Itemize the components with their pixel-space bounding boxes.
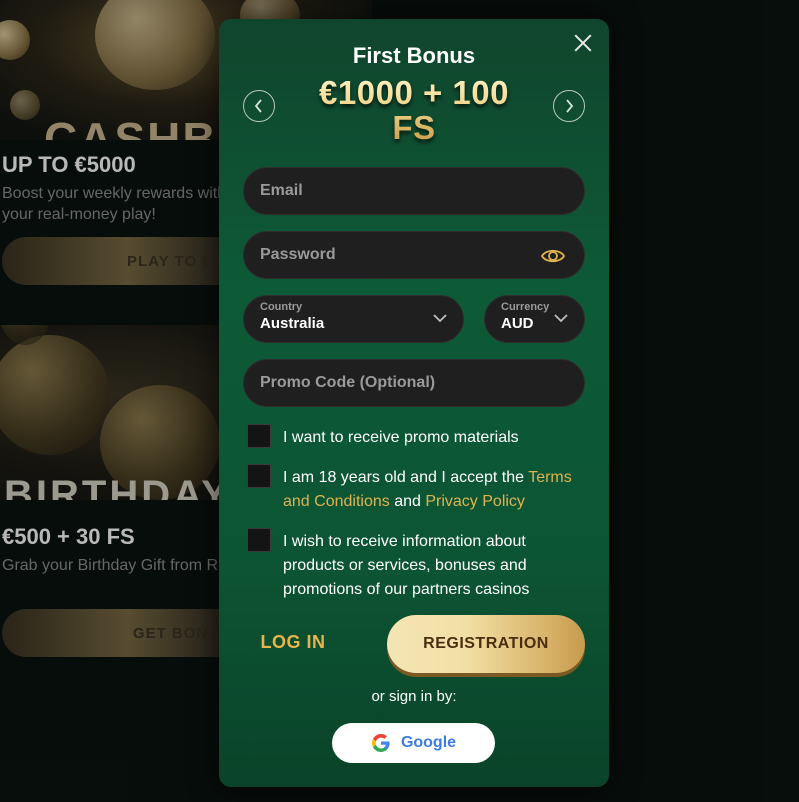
country-label: Country — [260, 301, 303, 313]
email-field-wrapper — [243, 167, 585, 215]
age-terms-and: and — [389, 493, 426, 510]
promo-code-field[interactable] — [244, 360, 584, 406]
country-select[interactable]: Country Australia — [243, 295, 464, 343]
login-button[interactable]: LOG IN — [243, 617, 343, 667]
registration-button[interactable]: REGISTRATION — [387, 615, 585, 673]
email-field[interactable] — [244, 168, 584, 214]
next-bonus-button[interactable] — [553, 90, 585, 122]
promo-materials-checkbox[interactable] — [247, 424, 271, 448]
chevron-down-icon — [433, 314, 447, 323]
promo-code-field-wrapper — [243, 359, 585, 407]
currency-select[interactable]: Currency AUD — [484, 295, 585, 343]
bonus-amount: €1000 + 100 FS — [309, 75, 519, 145]
google-label: Google — [400, 734, 457, 751]
age-terms-checkbox[interactable] — [247, 464, 271, 488]
eye-icon[interactable] — [540, 244, 566, 268]
bonus-amount-line2: FS — [392, 109, 436, 146]
chevron-right-icon — [566, 99, 574, 113]
bonus-title: First Bonus — [352, 43, 476, 68]
privacy-policy-link[interactable]: Privacy Policy — [425, 493, 525, 510]
prev-bonus-button[interactable] — [243, 90, 275, 122]
currency-label: Currency — [501, 301, 550, 313]
google-icon — [371, 734, 390, 752]
age-terms-row: I am 18 years old and I accept the Terms… — [247, 464, 577, 514]
currency-value: AUD — [501, 315, 534, 332]
promo-materials-row: I want to receive promo materials — [247, 424, 577, 452]
password-field[interactable] — [244, 232, 584, 278]
partners-info-checkbox[interactable] — [247, 528, 271, 552]
google-sign-in-button[interactable]: Google — [332, 723, 495, 763]
partners-info-label: I wish to receive information about prod… — [283, 533, 530, 598]
partners-info-row: I wish to receive information about prod… — [247, 528, 577, 602]
promo-materials-label: I want to receive promo materials — [283, 429, 519, 446]
age-terms-label: I am 18 years old and I accept the Terms… — [283, 466, 577, 514]
country-value: Australia — [260, 315, 325, 332]
registration-modal: First Bonus €1000 + 100 FS Country Austr… — [219, 19, 609, 787]
or-sign-in-label: or sign in by: — [371, 688, 457, 705]
chevron-down-icon — [554, 314, 568, 323]
bonus-amount-line1: €1000 + 100 — [319, 74, 509, 111]
age-terms-text: I am 18 years old and I accept the — [283, 469, 529, 486]
chevron-left-icon — [254, 99, 262, 113]
password-field-wrapper — [243, 231, 585, 279]
